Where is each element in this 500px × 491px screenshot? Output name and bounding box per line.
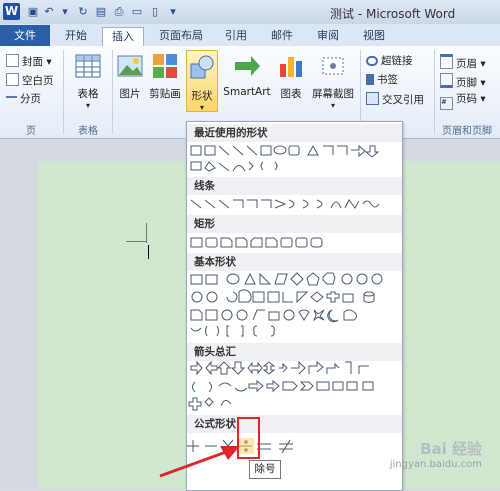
shapes-grid[interactable] xyxy=(187,122,402,490)
save-icon[interactable]: ▣ xyxy=(26,5,40,19)
blank-page-button[interactable]: 空白页 xyxy=(6,73,54,88)
tab-review[interactable]: 审阅 xyxy=(310,27,346,45)
title-bar: W ▣ ↶ ▾ ↻ ▤ ⎙ ▭ ▯ ▾ 测试 - Microsoft Word xyxy=(0,0,500,24)
tab-insert[interactable]: 插入 xyxy=(102,27,144,47)
hyperlink-icon xyxy=(366,56,378,66)
smartart-icon xyxy=(235,56,260,76)
pages-group-label: 页 xyxy=(26,126,36,137)
shapes-gallery: 最近使用的形状 线条 矩形 基本形状 箭头总汇 公式形状 xyxy=(186,121,403,491)
tab-view[interactable]: 视图 xyxy=(356,27,392,45)
blank-page-icon xyxy=(6,73,19,86)
shape-tooltip: 除号 xyxy=(249,460,281,479)
ribbon-tabs: 文件 开始 插入 页面布局 引用 邮件 审阅 视图 xyxy=(0,24,500,47)
smartart-button[interactable]: SmartArt xyxy=(223,52,271,98)
margin-mark xyxy=(126,241,146,242)
header-icon xyxy=(440,54,453,69)
header-footer-group-label: 页眉和页脚 xyxy=(442,126,492,137)
group-divider xyxy=(434,50,435,134)
footer-button[interactable]: 页脚 ▾ xyxy=(440,73,486,89)
open-icon[interactable]: ▭ xyxy=(130,5,144,19)
screenshot-button[interactable]: 屏幕截图 ▾ xyxy=(310,52,356,110)
page-number-button[interactable]: # 页码 ▾ xyxy=(440,92,486,110)
page-break-icon xyxy=(6,96,17,104)
refresh-icon[interactable]: ↻ xyxy=(76,5,90,19)
print-icon[interactable]: ⎙ xyxy=(112,5,126,19)
cover-page-icon xyxy=(6,54,19,67)
pointer-arrow-icon xyxy=(159,446,240,478)
picture-button[interactable]: 图片 xyxy=(116,52,144,101)
table-group-label: 表格 xyxy=(78,126,98,137)
screenshot-icon xyxy=(322,57,344,75)
print-preview-icon[interactable]: ▤ xyxy=(94,5,108,19)
shapes-button[interactable]: 形状 ▾ xyxy=(186,50,218,112)
redo-icon[interactable]: ▾ xyxy=(58,5,72,19)
margin-mark xyxy=(146,223,147,243)
footer-icon xyxy=(440,73,453,88)
tab-home[interactable]: 开始 xyxy=(56,27,96,45)
group-divider xyxy=(112,50,113,134)
clipart-button[interactable]: 剪贴画 xyxy=(148,52,182,101)
clipart-icon xyxy=(153,54,177,78)
chart-button[interactable]: 图表 xyxy=(276,52,306,101)
tab-file[interactable]: 文件 xyxy=(0,25,50,46)
picture-icon xyxy=(117,55,143,77)
new-icon[interactable]: ▯ xyxy=(148,5,162,19)
undo-icon[interactable]: ↶ xyxy=(42,5,56,19)
tab-page-layout[interactable]: 页面布局 xyxy=(150,27,212,45)
hyperlink-button[interactable]: 超链接 xyxy=(366,54,413,69)
chart-icon xyxy=(280,57,302,77)
tab-references[interactable]: 引用 xyxy=(218,27,254,45)
table-icon xyxy=(75,54,101,78)
page-number-icon: # xyxy=(440,97,453,110)
cross-reference-button[interactable]: 交叉引用 xyxy=(366,92,424,107)
cross-reference-icon xyxy=(366,92,379,105)
tab-mailings[interactable]: 邮件 xyxy=(264,27,300,45)
header-button[interactable]: 页眉 ▾ xyxy=(440,54,486,70)
page-break-button[interactable]: 分页 xyxy=(6,92,41,107)
window-title: 测试 - Microsoft Word xyxy=(330,7,456,21)
bookmark-icon xyxy=(366,74,374,85)
bookmark-button[interactable]: 书签 xyxy=(366,73,398,88)
shapes-icon xyxy=(190,55,214,79)
table-button[interactable]: 表格 ▾ xyxy=(68,52,108,110)
text-cursor xyxy=(148,245,149,259)
watermark: Bai 经验 jingyan.baidu.com xyxy=(389,440,482,470)
cover-page-button[interactable]: 封面 ▾ xyxy=(6,54,52,69)
customize-icon[interactable]: ▾ xyxy=(166,5,180,19)
word-app-icon[interactable]: W xyxy=(3,3,20,20)
